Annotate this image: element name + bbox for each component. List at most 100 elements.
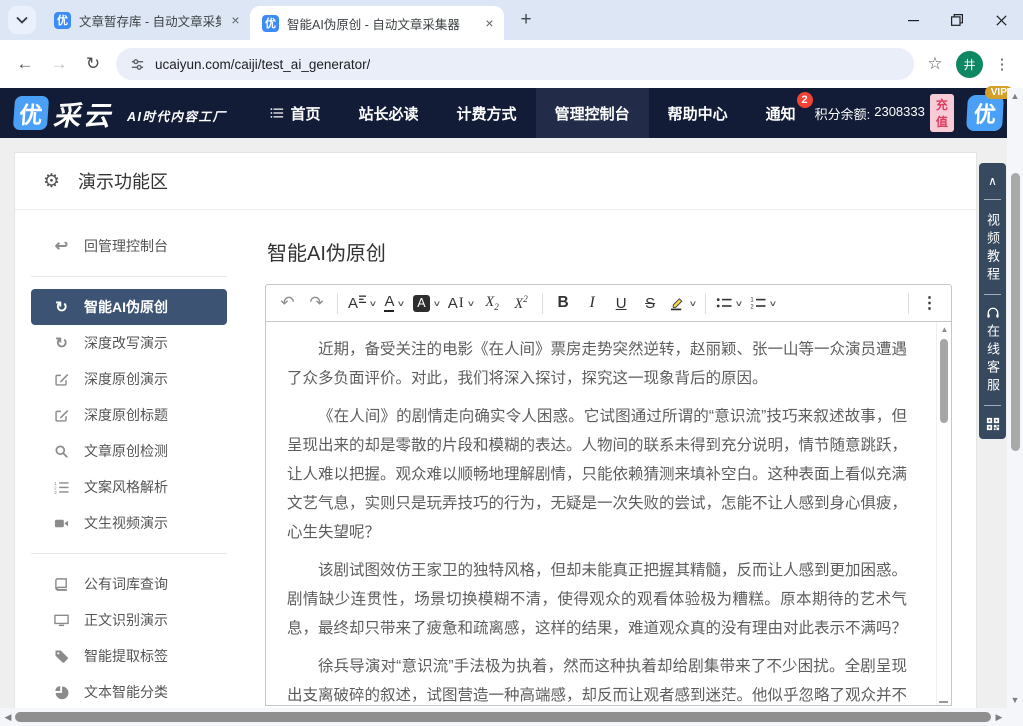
scroll-up-icon[interactable]: ▲ xyxy=(1007,91,1023,101)
browser-tab-active[interactable]: 优智能AI伪原创 - 自动文章采集器× xyxy=(250,6,504,40)
strikethrough-button[interactable]: S xyxy=(636,288,665,318)
header-nav-item[interactable]: 首页 xyxy=(251,88,340,138)
recharge-button[interactable]: 充值 xyxy=(930,94,954,132)
bulleted-list-button[interactable]: ∨ xyxy=(712,288,746,318)
back-button[interactable]: ← xyxy=(8,47,42,81)
scroll-up-icon[interactable]: ▲ xyxy=(937,325,952,334)
sidebar-item-back-to-console[interactable]: ↩回管理控制台 xyxy=(31,228,227,264)
edit-icon xyxy=(53,372,70,387)
sidebar-item-label: 正文识别演示 xyxy=(84,610,168,630)
sidebar-item-deep-original-title[interactable]: 深度原创标题 xyxy=(31,397,227,433)
search-icon xyxy=(53,444,70,459)
page-vertical-scrollbar[interactable]: ▲ ▼ xyxy=(1007,88,1023,708)
bookmark-button[interactable]: ☆ xyxy=(920,49,950,79)
font-size-button[interactable]: A∨ xyxy=(344,288,380,318)
editor-scrollbar[interactable]: ▲ xyxy=(936,322,951,705)
new-tab-button[interactable]: + xyxy=(512,6,540,34)
subscript-button[interactable]: X2 xyxy=(478,288,507,318)
tab-title: 智能AI伪原创 - 自动文章采集器 xyxy=(287,14,475,33)
user-avatar[interactable]: 优 xyxy=(966,95,1004,131)
reload-button[interactable]: ↻ xyxy=(76,47,110,81)
toolbar-separator xyxy=(337,293,338,314)
tab-search-button[interactable] xyxy=(8,6,36,34)
header-nav-item[interactable]: 通知2 xyxy=(747,88,815,138)
logo-mark: 优 xyxy=(13,96,49,130)
sidebar-item-text-classification[interactable]: 文本智能分类 xyxy=(31,674,227,710)
header-nav-item[interactable]: 帮助中心 xyxy=(649,88,747,138)
numbered-list-button[interactable]: 12∨ xyxy=(746,288,780,318)
sidebar-item-ai-rewrite[interactable]: ↻智能AI伪原创 xyxy=(31,289,227,325)
superscript-button[interactable]: X2 xyxy=(507,288,536,318)
tab-title: 文章暂存库 - 自动文章采集器-优 xyxy=(79,11,221,30)
sidebar-item-deep-rewrite-demo[interactable]: ↻深度改写演示 xyxy=(31,325,227,361)
scroll-left-icon[interactable]: ◀ xyxy=(1,708,15,726)
browser-tab[interactable]: 优文章暂存库 - 自动文章采集器-优 × xyxy=(42,0,250,40)
back-icon: ← xyxy=(17,54,34,74)
bold-button[interactable]: B xyxy=(549,288,578,318)
font-background-color-button[interactable]: A∨ xyxy=(409,288,444,318)
sidebar-item-originality-check[interactable]: 文章原创检测 xyxy=(31,433,227,469)
close-window-button[interactable] xyxy=(979,0,1023,40)
italic-button[interactable]: I xyxy=(578,288,607,318)
online-service-button[interactable]: 在线客服 xyxy=(986,320,999,401)
header-account-area: 积分余额: 2308333 充值 优 VIP xyxy=(815,94,1004,132)
back-to-top-button[interactable]: ∧ xyxy=(988,171,997,195)
sidebar-item-label: 深度改写演示 xyxy=(84,333,168,353)
book-icon xyxy=(53,577,70,592)
redo-button[interactable]: ↷ xyxy=(302,288,331,318)
header-nav-item[interactable]: 计费方式 xyxy=(438,88,536,138)
headset-icon[interactable] xyxy=(986,299,1000,320)
address-bar[interactable]: ucaiyun.com/caiji/test_ai_generator/ xyxy=(116,48,914,80)
restore-button[interactable] xyxy=(935,0,979,40)
undo-button[interactable]: ↶ xyxy=(273,288,302,318)
nav-item-label: 管理控制台 xyxy=(555,103,630,124)
sidebar-item-body-recognition-demo[interactable]: 正文识别演示 xyxy=(31,602,227,638)
content-card: ⚙ 演示功能区 ↩回管理控制台↻智能AI伪原创↻深度改写演示深度原创演示深度原创… xyxy=(14,152,977,726)
scroll-down-icon[interactable]: ▼ xyxy=(1007,695,1023,705)
horizontal-scroll-thumb[interactable] xyxy=(15,712,991,722)
minimize-button[interactable] xyxy=(891,0,935,40)
site-logo[interactable]: 优 采云 xyxy=(14,94,113,133)
kebab-icon: ⋮ xyxy=(922,293,938,313)
profile-avatar[interactable]: 井 xyxy=(956,51,983,78)
highlight-icon xyxy=(669,296,686,311)
sidebar-item-style-analysis[interactable]: 123文案风格解析 xyxy=(31,469,227,505)
tab-favicon: 优 xyxy=(54,12,71,29)
site-settings-icon[interactable] xyxy=(130,57,145,72)
qr-code-button[interactable] xyxy=(986,410,1000,431)
sidebar-item-label: 文生视频演示 xyxy=(84,513,168,533)
browser-menu-button[interactable]: ⋮ xyxy=(989,49,1015,79)
sidebar-item-deep-original-demo[interactable]: 深度原创演示 xyxy=(31,361,227,397)
sidebar-item-text-to-video-demo[interactable]: 文生视频演示 xyxy=(31,505,227,541)
editor-scroll-thumb[interactable] xyxy=(940,339,948,423)
list-icon xyxy=(270,106,284,120)
sidebar-divider xyxy=(31,553,227,554)
resize-handle[interactable] xyxy=(939,701,948,703)
sidebar-item-smart-tag-extract[interactable]: 智能提取标签 xyxy=(31,638,227,674)
panel-divider xyxy=(984,405,1001,406)
more-options-button[interactable]: ⋮ xyxy=(915,288,944,318)
bold-icon: B xyxy=(558,294,569,312)
page-horizontal-scrollbar[interactable]: ◀ ▶ xyxy=(0,708,1007,726)
header-nav-item[interactable]: 站长必读 xyxy=(340,88,438,138)
underline-button[interactable]: U xyxy=(607,288,636,318)
scroll-right-icon[interactable]: ▶ xyxy=(992,708,1006,726)
sidebar-item-label: 回管理控制台 xyxy=(84,236,168,256)
page-background: ⚙ 演示功能区 ↩回管理控制台↻智能AI伪原创↻深度改写演示深度原创演示深度原创… xyxy=(0,138,1023,726)
header-nav-item[interactable]: 管理控制台 xyxy=(536,88,649,138)
highlight-button[interactable]: ∨ xyxy=(665,288,700,318)
header-nav: 首页站长必读计费方式管理控制台帮助中心通知2 xyxy=(251,88,815,138)
sidebar-item-public-lexicon-query[interactable]: 公有词库查询 xyxy=(31,566,227,602)
sidebar-item-label: 文案风格解析 xyxy=(84,477,168,497)
tab-close-icon[interactable]: × xyxy=(481,15,498,32)
font-color-button[interactable]: A∨ xyxy=(380,288,409,318)
editor-paragraph: 《在人间》的剧情走向确实令人困惑。它试图通过所谓的“意识流”技巧来叙述故事，但呈… xyxy=(287,402,907,547)
line-height-button[interactable]: AI∨ xyxy=(444,288,478,318)
edit-icon xyxy=(53,408,70,423)
forward-button[interactable]: → xyxy=(42,47,76,81)
vertical-scroll-thumb[interactable] xyxy=(1011,173,1020,451)
tab-close-icon[interactable]: × xyxy=(227,12,244,29)
video-tutorial-button[interactable]: 视频教程 xyxy=(986,204,999,290)
editor-content[interactable]: 近期，备受关注的电影《在人间》票房走势突然逆转，赵丽颖、张一山等一众演员遭遇了众… xyxy=(265,322,952,706)
nav-item-label: 站长必读 xyxy=(359,103,419,124)
